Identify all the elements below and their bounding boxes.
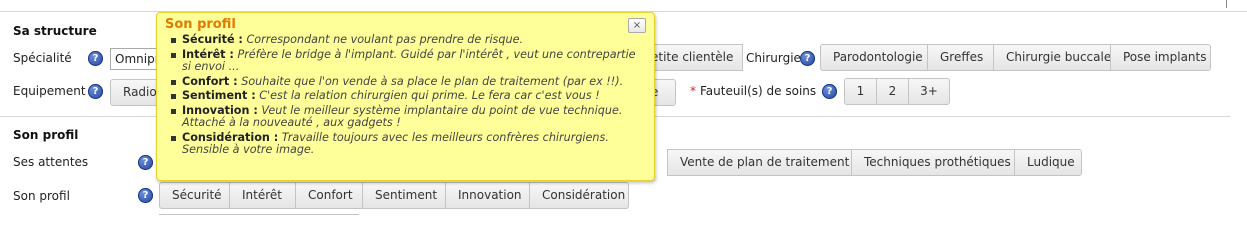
scroll-tick xyxy=(1226,0,1227,8)
specialite-label: Spécialité xyxy=(13,51,72,65)
help-icon[interactable]: ? xyxy=(138,188,153,203)
tooltip-item-consideration: Considération : Travaille toujours avec … xyxy=(171,131,644,156)
profil-label: Son profil xyxy=(13,189,70,203)
required-mark: * xyxy=(690,84,696,98)
attentes-option-prothetiques[interactable]: Techniques prothétiques xyxy=(851,149,1015,176)
profil-option-interet[interactable]: Intérêt xyxy=(229,182,296,209)
next-row-edge xyxy=(159,214,359,215)
profil-option-sentiment[interactable]: Sentiment xyxy=(362,182,446,209)
fauteuils-option-1[interactable]: 1 xyxy=(844,78,877,105)
help-icon[interactable]: ? xyxy=(88,84,103,99)
help-icon[interactable]: ? xyxy=(88,51,103,66)
profil-option-consideration[interactable]: Considération xyxy=(529,182,629,209)
equipement-option-radio[interactable]: Radio xyxy=(110,79,162,106)
help-icon[interactable]: ? xyxy=(138,155,153,170)
tooltip-list: Sécurité : Correspondant ne voulant pas … xyxy=(165,33,644,156)
chirurgie-label: Chirurgie xyxy=(746,51,801,65)
attentes-option-vente[interactable]: Vente de plan de traitement xyxy=(667,149,852,176)
chirurgie-option-implants[interactable]: Pose implants xyxy=(1110,44,1211,71)
clientele-option[interactable]: etite clientèle xyxy=(640,44,743,71)
chirurgie-option-parodontologie[interactable]: Parodontologie xyxy=(820,44,928,71)
chirurgie-option-greffes[interactable]: Greffes xyxy=(927,44,994,71)
attentes-label: Ses attentes xyxy=(13,155,89,169)
fauteuils-option-3plus[interactable]: 3+ xyxy=(908,78,950,105)
help-icon[interactable]: ? xyxy=(822,84,837,99)
equipement-label: Equipement xyxy=(13,84,86,98)
close-icon[interactable]: × xyxy=(628,18,646,33)
tooltip-item-confort: Confort : Souhaite que l'on vende à sa p… xyxy=(171,75,644,88)
section-title-profil: Son profil xyxy=(13,128,79,142)
profil-option-innovation[interactable]: Innovation xyxy=(445,182,530,209)
profil-tooltip: Son profil × Sécurité : Correspondant ne… xyxy=(156,12,655,181)
tooltip-item-securite: Sécurité : Correspondant ne voulant pas … xyxy=(171,33,644,46)
tooltip-item-sentiment: Sentiment : C'est la relation chirurgien… xyxy=(171,90,644,102)
section-title-structure: Sa structure xyxy=(13,24,97,38)
attentes-option-ludique[interactable]: Ludique xyxy=(1014,149,1082,176)
chirurgie-option-buccale[interactable]: Chirurgie buccale xyxy=(993,44,1111,71)
profil-option-confort[interactable]: Confort xyxy=(295,182,363,209)
tooltip-item-interet: Intérêt : Préfère le bridge à l'implant.… xyxy=(171,48,644,73)
fauteuils-label: * Fauteuil(s) de soins xyxy=(690,84,816,98)
fauteuils-label-text: Fauteuil(s) de soins xyxy=(700,84,817,98)
tooltip-title: Son profil xyxy=(165,17,236,32)
profil-option-securite[interactable]: Sécurité xyxy=(159,182,230,209)
fauteuils-option-2[interactable]: 2 xyxy=(876,78,909,105)
tooltip-item-innovation: Innovation : Veut le meilleur système im… xyxy=(171,104,644,129)
help-icon[interactable]: ? xyxy=(800,51,815,66)
